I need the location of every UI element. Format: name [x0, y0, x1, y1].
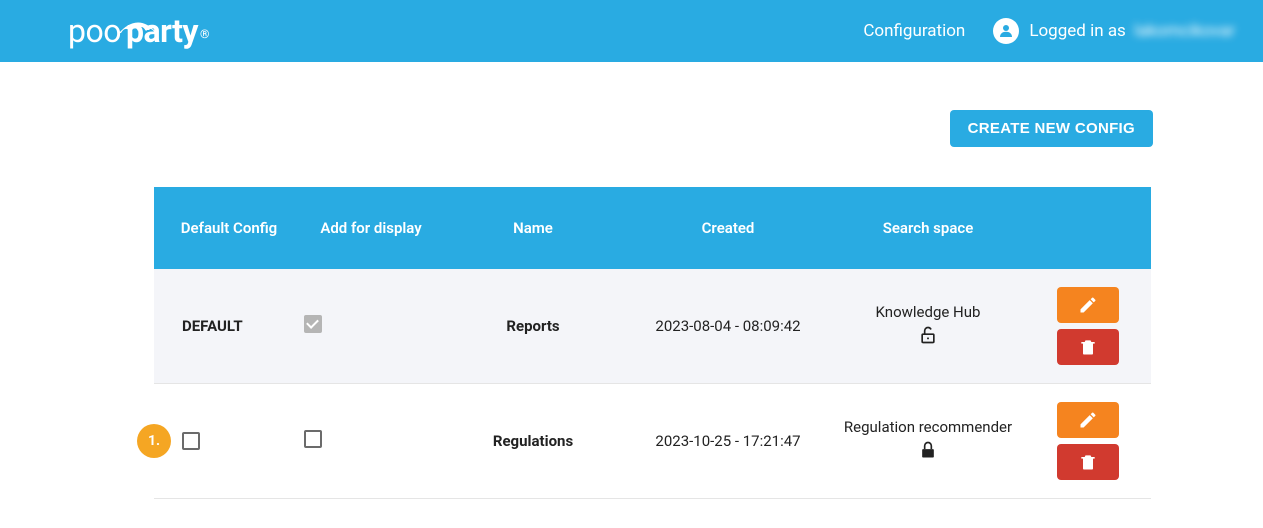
display-checkbox: [304, 315, 322, 333]
edit-button[interactable]: [1057, 287, 1119, 323]
pencil-icon: [1078, 410, 1098, 430]
search-space-label: Knowledge Hub: [876, 303, 981, 321]
cell-actions: [1028, 287, 1148, 365]
topbar-right: Configuration Logged in as lakomcikovar: [863, 18, 1235, 44]
cell-name: Regulations: [438, 432, 628, 450]
edit-button[interactable]: [1057, 402, 1119, 438]
header-search-space: Search space: [828, 219, 1028, 237]
delete-button[interactable]: [1057, 444, 1119, 480]
configuration-link[interactable]: Configuration: [863, 21, 965, 41]
cell-display: [304, 315, 438, 337]
user-area[interactable]: Logged in as lakomcikovar: [993, 18, 1235, 44]
table-header: Default Config Add for display Name Crea…: [154, 187, 1151, 269]
pencil-icon: [1078, 295, 1098, 315]
umbrella-icon: [119, 7, 157, 21]
display-checkbox[interactable]: [304, 430, 322, 448]
action-bar: CREATE NEW CONFIG: [70, 62, 1193, 187]
default-badge: DEFAULT: [182, 317, 243, 335]
header-created: Created: [628, 219, 828, 237]
logged-in-label: Logged in as lakomcikovar: [1029, 21, 1235, 41]
header-name: Name: [438, 219, 628, 237]
cell-created: 2023-08-04 - 08:09:42: [628, 315, 828, 338]
cell-default: DEFAULT: [154, 317, 304, 335]
rank-badge: 1.: [137, 424, 171, 458]
trash-icon: [1078, 337, 1098, 357]
logged-in-prefix: Logged in as: [1029, 21, 1126, 41]
default-checkbox[interactable]: [182, 432, 200, 450]
cell-name: Reports: [438, 317, 628, 335]
cell-search-space: Knowledge Hub: [828, 303, 1028, 349]
cell-search-space: Regulation recommender: [828, 418, 1028, 464]
cell-display: [304, 430, 438, 452]
brand-logo[interactable]: pooparty®: [68, 15, 209, 47]
main-content: CREATE NEW CONFIG Default Config Add for…: [0, 62, 1263, 499]
create-new-config-button[interactable]: CREATE NEW CONFIG: [950, 110, 1153, 147]
unlock-icon: [918, 325, 938, 349]
table-row: 1. Regulations 2023-10-25 - 17:21:47 Reg…: [154, 384, 1151, 499]
cell-created: 2023-10-25 - 17:21:47: [628, 430, 828, 453]
table-row: DEFAULT Reports 2023-08-04 - 08:09:42 Kn…: [154, 269, 1151, 384]
trash-icon: [1078, 452, 1098, 472]
cell-default: [154, 432, 304, 450]
cell-actions: [1028, 402, 1148, 480]
delete-button[interactable]: [1057, 329, 1119, 365]
logo-text-pool: poo: [68, 12, 121, 50]
user-avatar-icon: [993, 18, 1019, 44]
logo-registered: ®: [200, 27, 209, 41]
lock-icon: [918, 440, 938, 464]
username: lakomcikovar: [1134, 21, 1235, 41]
config-table: Default Config Add for display Name Crea…: [154, 187, 1151, 499]
header-add-for-display: Add for display: [304, 219, 438, 237]
top-bar: pooparty® Configuration Logged in as lak…: [0, 0, 1263, 62]
header-default-config: Default Config: [154, 219, 304, 237]
search-space-label: Regulation recommender: [844, 418, 1012, 436]
